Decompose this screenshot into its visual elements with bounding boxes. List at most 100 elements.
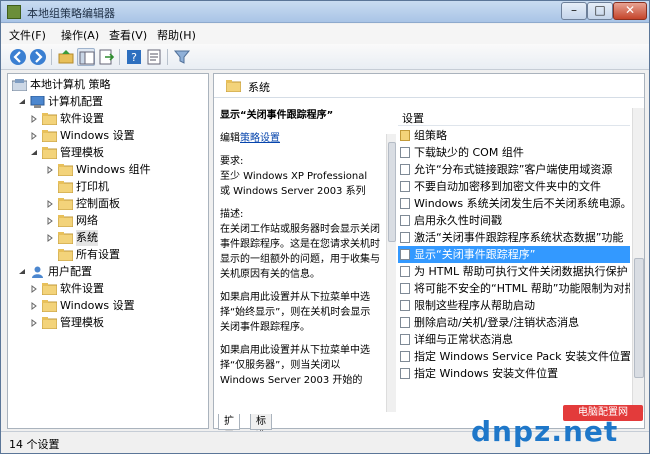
policy-setting-icon <box>400 334 410 345</box>
list-item-label: 将可能不安全的“HTML 帮助”功能限制为对指 <box>414 282 630 295</box>
menu-view[interactable]: 查看(V) <box>109 27 147 43</box>
policy-setting-icon <box>400 283 410 294</box>
folder-icon <box>42 130 57 142</box>
list-item-label: 指定 Windows 安装文件位置 <box>414 367 559 380</box>
tree-network-label: 网络 <box>76 214 98 227</box>
settings-column-header[interactable]: 设置 <box>398 108 630 126</box>
tree-software-settings-label: 软件设置 <box>60 112 104 125</box>
tree-control-panel-label: 控制面板 <box>76 197 120 210</box>
window-title: 本地组策略编辑器 <box>27 7 115 20</box>
policy-setting-icon <box>400 351 410 362</box>
list-item[interactable]: 显示“关闭事件跟踪程序” <box>398 246 630 263</box>
folder-icon <box>58 249 73 261</box>
list-item[interactable]: 指定 Windows Service Pack 安装文件位置 <box>398 348 630 365</box>
menu-help[interactable]: 帮助(H) <box>157 27 196 43</box>
menu-bar: 文件(F) 操作(A) 查看(V) 帮助(H) <box>1 24 649 44</box>
tree-system-label: 系统 <box>76 230 98 246</box>
edit-prefix: 编辑 <box>220 133 240 144</box>
policy-setting-icon <box>400 232 410 243</box>
collapsed-icon <box>47 234 53 242</box>
show-hide-tree-icon[interactable] <box>77 48 95 66</box>
list-item-label: 删除启动/关机/登录/注销状态消息 <box>414 316 580 329</box>
expanded-icon <box>19 269 25 274</box>
close-button[interactable]: ✕ <box>613 2 647 20</box>
folder-icon <box>58 232 73 244</box>
list-item[interactable]: 限制这些程序从帮助启动 <box>398 297 630 314</box>
policy-setting-icon <box>400 317 410 328</box>
policy-tree: 本地计算机 策略 计算机配置 软件设置 Windows 设置 管理模板 Wind… <box>7 73 209 429</box>
details-header: 系统 <box>214 74 644 98</box>
folder-icon <box>42 113 57 125</box>
list-item[interactable]: 激活“关闭事件跟踪程序系统状态数据”功能 <box>398 229 630 246</box>
title-bar: 本地组策略编辑器 – □ ✕ <box>1 1 649 23</box>
maximize-button[interactable]: □ <box>587 2 613 20</box>
list-scroll-thumb[interactable] <box>634 258 644 378</box>
menu-file[interactable]: 文件(F) <box>9 27 46 43</box>
list-scrollbar[interactable] <box>632 108 644 412</box>
list-item[interactable]: 指定 Windows 安装文件位置 <box>398 365 630 382</box>
help-icon[interactable]: ? <box>125 48 143 66</box>
description-scrollbar[interactable] <box>386 134 396 412</box>
list-item-label: 组策略 <box>414 129 447 142</box>
folder-icon <box>58 164 73 176</box>
policy-description: 显示“关闭事件跟踪程序” 编辑策略设置 要求: 至少 Windows XP Pr… <box>220 108 380 412</box>
tree-user-admin-templates-label: 管理模板 <box>60 316 104 329</box>
folder-icon <box>400 130 410 141</box>
forward-icon[interactable] <box>29 48 47 66</box>
folder-icon <box>42 147 57 159</box>
collapsed-icon <box>31 302 37 310</box>
list-item-folder[interactable]: 组策略 <box>398 127 630 144</box>
list-item-label: 启用永久性时间戳 <box>414 214 502 227</box>
list-item-label: 不要自动加密移到加密文件夹中的文件 <box>414 180 601 193</box>
toolbar: ? <box>1 44 649 70</box>
back-icon[interactable] <box>9 48 27 66</box>
collapsed-icon <box>31 115 37 123</box>
gpedit-window: 本地组策略编辑器 – □ ✕ 文件(F) 操作(A) 查看(V) 帮助(H) ? <box>0 0 650 454</box>
list-item-label: 允许“分布式链接跟踪”客户端使用域资源 <box>414 163 613 176</box>
tree-all-settings-label: 所有设置 <box>76 248 120 261</box>
tab-standard[interactable]: 标准 <box>250 414 272 442</box>
expanded-icon <box>19 99 25 104</box>
tree-user-config-label: 用户配置 <box>48 265 92 278</box>
computer-icon <box>30 96 45 108</box>
tab-extended[interactable]: 扩展 <box>218 414 240 442</box>
list-item[interactable]: 为 HTML 帮助可执行文件关闭数据执行保护 <box>398 263 630 280</box>
details-header-title: 系统 <box>248 81 270 94</box>
tree-user-windows-settings-label: Windows 设置 <box>60 299 135 312</box>
status-text: 14 个设置 <box>9 438 60 451</box>
folder-icon <box>58 198 73 210</box>
list-item[interactable]: 删除启动/关机/登录/注销状态消息 <box>398 314 630 331</box>
list-item[interactable]: 下载缺少的 COM 组件 <box>398 144 630 161</box>
watermark: 电脑配置网 dnpz.net <box>471 405 647 451</box>
list-item[interactable]: 详细与正常状态消息 <box>398 331 630 348</box>
description-text-1: 在关闭工作站或服务器时会显示关闭事件跟踪程序。这是在您请求关机时显示的一组额外的… <box>220 224 380 280</box>
export-list-icon[interactable] <box>97 48 115 66</box>
list-item[interactable]: 不要自动加密移到加密文件夹中的文件 <box>398 178 630 195</box>
folder-icon <box>42 300 57 312</box>
edit-policy-link[interactable]: 策略设置 <box>240 133 280 144</box>
policy-setting-icon <box>400 249 410 260</box>
properties-icon[interactable] <box>145 48 163 66</box>
app-icon <box>7 5 21 19</box>
policy-setting-icon <box>400 300 410 311</box>
list-item-label: 激活“关闭事件跟踪程序系统状态数据”功能 <box>414 231 624 244</box>
menu-action[interactable]: 操作(A) <box>61 27 99 43</box>
list-item[interactable]: 允许“分布式链接跟踪”客户端使用域资源 <box>398 161 630 178</box>
description-scroll-thumb[interactable] <box>388 142 396 242</box>
policy-setting-icon <box>400 181 410 192</box>
description-label: 描述: <box>220 209 244 220</box>
tree-admin-templates-label: 管理模板 <box>60 146 104 159</box>
minimize-button[interactable]: – <box>561 2 587 20</box>
list-item[interactable]: 启用永久性时间戳 <box>398 212 630 229</box>
up-folder-icon[interactable] <box>57 48 75 66</box>
list-item-label: 为 HTML 帮助可执行文件关闭数据执行保护 <box>414 265 628 278</box>
filter-icon[interactable] <box>173 48 191 66</box>
list-item-label: Windows 系统关闭发生后不关闭系统电源。 <box>414 197 630 210</box>
folder-icon <box>58 181 73 193</box>
description-title: 显示“关闭事件跟踪程序” <box>220 110 334 121</box>
folder-icon <box>42 317 57 329</box>
list-item[interactable]: 将可能不安全的“HTML 帮助”功能限制为对指 <box>398 280 630 297</box>
list-item[interactable]: Windows 系统关闭发生后不关闭系统电源。 <box>398 195 630 212</box>
collapsed-icon <box>31 319 37 327</box>
expanded-icon <box>31 150 37 155</box>
